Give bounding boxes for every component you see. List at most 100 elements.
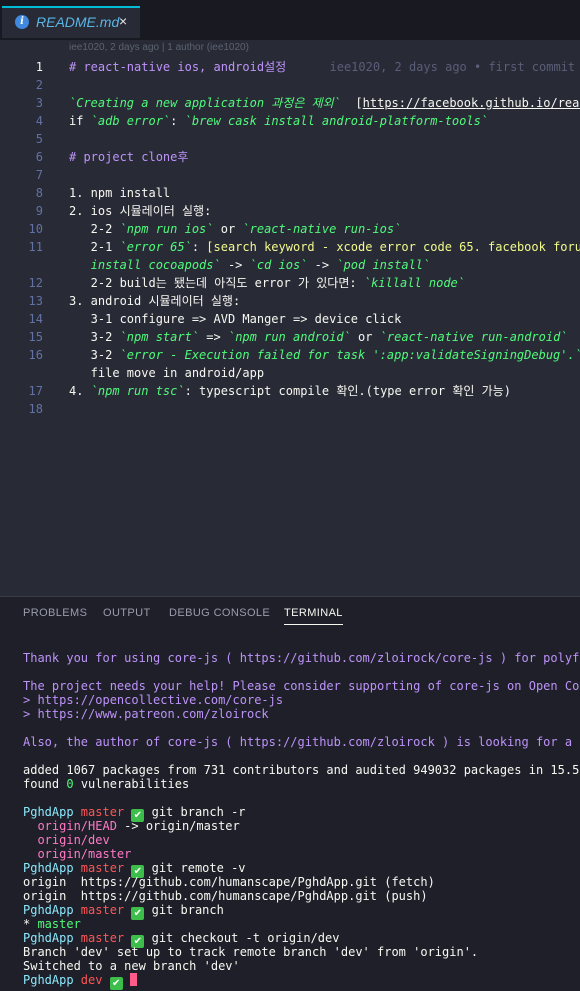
terminal-text: added 1067 packages from 731 contributor… bbox=[23, 763, 580, 777]
editor-line[interactable]: 9 2. ios 시뮬레이터 실행: bbox=[0, 202, 580, 220]
editor-line[interactable]: 3 `Creating a new application 과정은 제외` [ht… bbox=[0, 94, 580, 112]
editor-line[interactable]: 4 if `adb error`: `brew cask install andr… bbox=[0, 112, 580, 130]
editor-line[interactable]: 2 bbox=[0, 76, 580, 94]
editor-line[interactable]: 16 3-2 `error - Execution failed for tas… bbox=[0, 346, 580, 364]
code-token: `npm run android` bbox=[227, 330, 351, 344]
line-number: 15 bbox=[28, 330, 43, 344]
editor-line[interactable]: 7 bbox=[0, 166, 580, 184]
code-token: -> bbox=[307, 258, 337, 272]
line-number: 4 bbox=[35, 114, 43, 128]
editor-line[interactable]: file move in android/app bbox=[0, 364, 580, 382]
terminal-line: Switched to a new branch 'dev' bbox=[23, 959, 240, 973]
code-token: `error 65` bbox=[119, 240, 192, 254]
code-token: or bbox=[213, 222, 243, 236]
editor-line[interactable]: 5 bbox=[0, 130, 580, 148]
editor-line[interactable]: 15 3-2 `npm start` => `npm run android` … bbox=[0, 328, 580, 346]
line-number: 1 bbox=[35, 60, 43, 74]
line-number: 18 bbox=[28, 402, 43, 416]
code-token: 2-2 build는 됐는데 아직도 error 가 있다면: bbox=[69, 276, 364, 290]
info-icon: i bbox=[15, 15, 29, 29]
tab-debug-console[interactable]: DEBUG CONSOLE bbox=[169, 607, 270, 619]
terminal-text: git checkout -t origin/dev bbox=[144, 931, 340, 945]
line-code: 3-1 configure => AVD Manger => device cl… bbox=[69, 310, 402, 328]
line-number: 8 bbox=[35, 186, 43, 200]
editor-line[interactable]: 10 2-2 `npm run ios` or `react-native ru… bbox=[0, 220, 580, 238]
editor-line[interactable]: 14 3-1 configure => AVD Manger => device… bbox=[0, 310, 580, 328]
editor-line[interactable]: 18 bbox=[0, 400, 580, 418]
editor-line[interactable]: 12 2-2 build는 됐는데 아직도 error 가 있다면: `kill… bbox=[0, 274, 580, 292]
line-number: 2 bbox=[35, 78, 43, 92]
code-token: file move in android/app bbox=[69, 366, 265, 380]
code-token: : typescript compile 확인.(type error 확인 가… bbox=[184, 384, 511, 398]
check-icon: ✔ bbox=[109, 977, 123, 990]
editor-line[interactable]: 17 4. `npm run tsc`: typescript compile 확… bbox=[0, 382, 580, 400]
line-code: 2-2 `npm run ios` or `react-native run-i… bbox=[69, 220, 402, 238]
line-code: `Creating a new application 과정은 제외` [htt… bbox=[69, 94, 580, 112]
terminal-text: PghdApp bbox=[23, 861, 74, 875]
tab-terminal[interactable]: TERMINAL bbox=[284, 607, 343, 625]
terminal-line: origin/master bbox=[23, 847, 131, 861]
terminal-line: > https://www.patreon.com/zloirock bbox=[23, 707, 269, 721]
terminal-text: -> origin/master bbox=[116, 819, 240, 833]
terminal-text: origin/dev bbox=[23, 833, 110, 847]
line-number: 7 bbox=[35, 168, 43, 182]
code-token: iee1020, 2 days ago • first commit bbox=[286, 60, 576, 74]
terminal-line: The project needs your help! Please cons… bbox=[23, 679, 580, 693]
line-number: 9 bbox=[35, 204, 43, 218]
line-number: 14 bbox=[28, 312, 43, 326]
terminal-text: PghdApp bbox=[23, 931, 74, 945]
terminal-text: > https://opencollective.com/core-js bbox=[23, 693, 284, 707]
terminal-line: origin https://github.com/humanscape/Pgh… bbox=[23, 889, 428, 903]
tab-problems[interactable]: PROBLEMS bbox=[23, 607, 87, 619]
code-token: 3-2 bbox=[69, 348, 120, 362]
code-token: `npm run ios` bbox=[119, 222, 214, 236]
code-token: -> bbox=[220, 258, 250, 272]
tab-readme[interactable]: i README.md × bbox=[2, 6, 140, 38]
tab-output[interactable]: OUTPUT bbox=[103, 607, 151, 619]
editor-line[interactable]: 8 1. npm install bbox=[0, 184, 580, 202]
code-token: `error - Execution failed for task ':app… bbox=[119, 348, 580, 362]
line-code: # react-native ios, android설정 iee1020, 2… bbox=[69, 58, 575, 76]
code-token: `adb error` bbox=[90, 114, 171, 128]
line-number: 16 bbox=[28, 348, 43, 362]
terminal-line: found 0 vulnerabilities bbox=[23, 777, 189, 791]
editor-line[interactable]: install cocoapods` -> `cd ios` -> `pod i… bbox=[0, 256, 580, 274]
close-icon[interactable]: × bbox=[119, 13, 127, 29]
terminal-line: origin https://github.com/humanscape/Pgh… bbox=[23, 875, 435, 889]
bottom-panel: PROBLEMS OUTPUT DEBUG CONSOLE TERMINAL T… bbox=[0, 596, 580, 991]
editor-line[interactable]: 13 3. android 시뮬레이터 실행: bbox=[0, 292, 580, 310]
code-token: or bbox=[350, 330, 380, 344]
terminal-text: PghdApp bbox=[23, 973, 74, 987]
editor-tab-bar: i README.md × bbox=[0, 0, 580, 41]
code-editor[interactable]: iee1020, 2 days ago | 1 author (iee1020)… bbox=[0, 40, 580, 596]
editor-line[interactable]: 11 2-1 `error 65`: [search keyword - xco… bbox=[0, 238, 580, 256]
code-token: `react-native run-ios` bbox=[242, 222, 402, 236]
code-token: 3-2 bbox=[69, 330, 120, 344]
tab-title[interactable]: README.md bbox=[36, 14, 119, 30]
line-code: 4. `npm run tsc`: typescript compile 확인.… bbox=[69, 382, 511, 400]
code-token: `npm start` bbox=[119, 330, 200, 344]
terminal-line: * master bbox=[23, 917, 81, 931]
editor-line[interactable]: 6 # project clone후 bbox=[0, 148, 580, 166]
terminal-text: > https://www.patreon.com/zloirock bbox=[23, 707, 269, 721]
code-token: 3-1 configure => AVD Manger => device cl… bbox=[69, 312, 402, 326]
terminal-text: vulnerabilities bbox=[73, 777, 190, 791]
code-token: `brew cask install android-platform-tool… bbox=[184, 114, 489, 128]
code-token: [ bbox=[340, 96, 363, 110]
terminal-text: git remote -v bbox=[144, 861, 246, 875]
codelens-author[interactable]: iee1020, 2 days ago | 1 author (iee1020) bbox=[69, 42, 249, 53]
terminal-cursor bbox=[129, 973, 137, 986]
terminal-text: origin https://github.com/humanscape/Pgh… bbox=[23, 889, 428, 903]
code-token: `react-native run-android` bbox=[379, 330, 568, 344]
code-token: => bbox=[199, 330, 228, 344]
code-token: `Creating a new application 과정은 제외` bbox=[69, 96, 341, 110]
terminal-line: Thank you for using core-js ( https://gi… bbox=[23, 651, 580, 665]
editor-line[interactable]: 1 # react-native ios, android설정 iee1020, … bbox=[0, 58, 580, 76]
code-token: # project clone후 bbox=[69, 150, 189, 164]
terminal-text: Thank you for using core-js ( https://gi… bbox=[23, 651, 580, 665]
terminal-text: Branch 'dev' set up to track remote bran… bbox=[23, 945, 479, 959]
code-token: 3. android 시뮬레이터 실행: bbox=[69, 294, 241, 308]
line-code: 2. ios 시뮬레이터 실행: bbox=[69, 202, 211, 220]
line-number: 3 bbox=[35, 96, 43, 110]
